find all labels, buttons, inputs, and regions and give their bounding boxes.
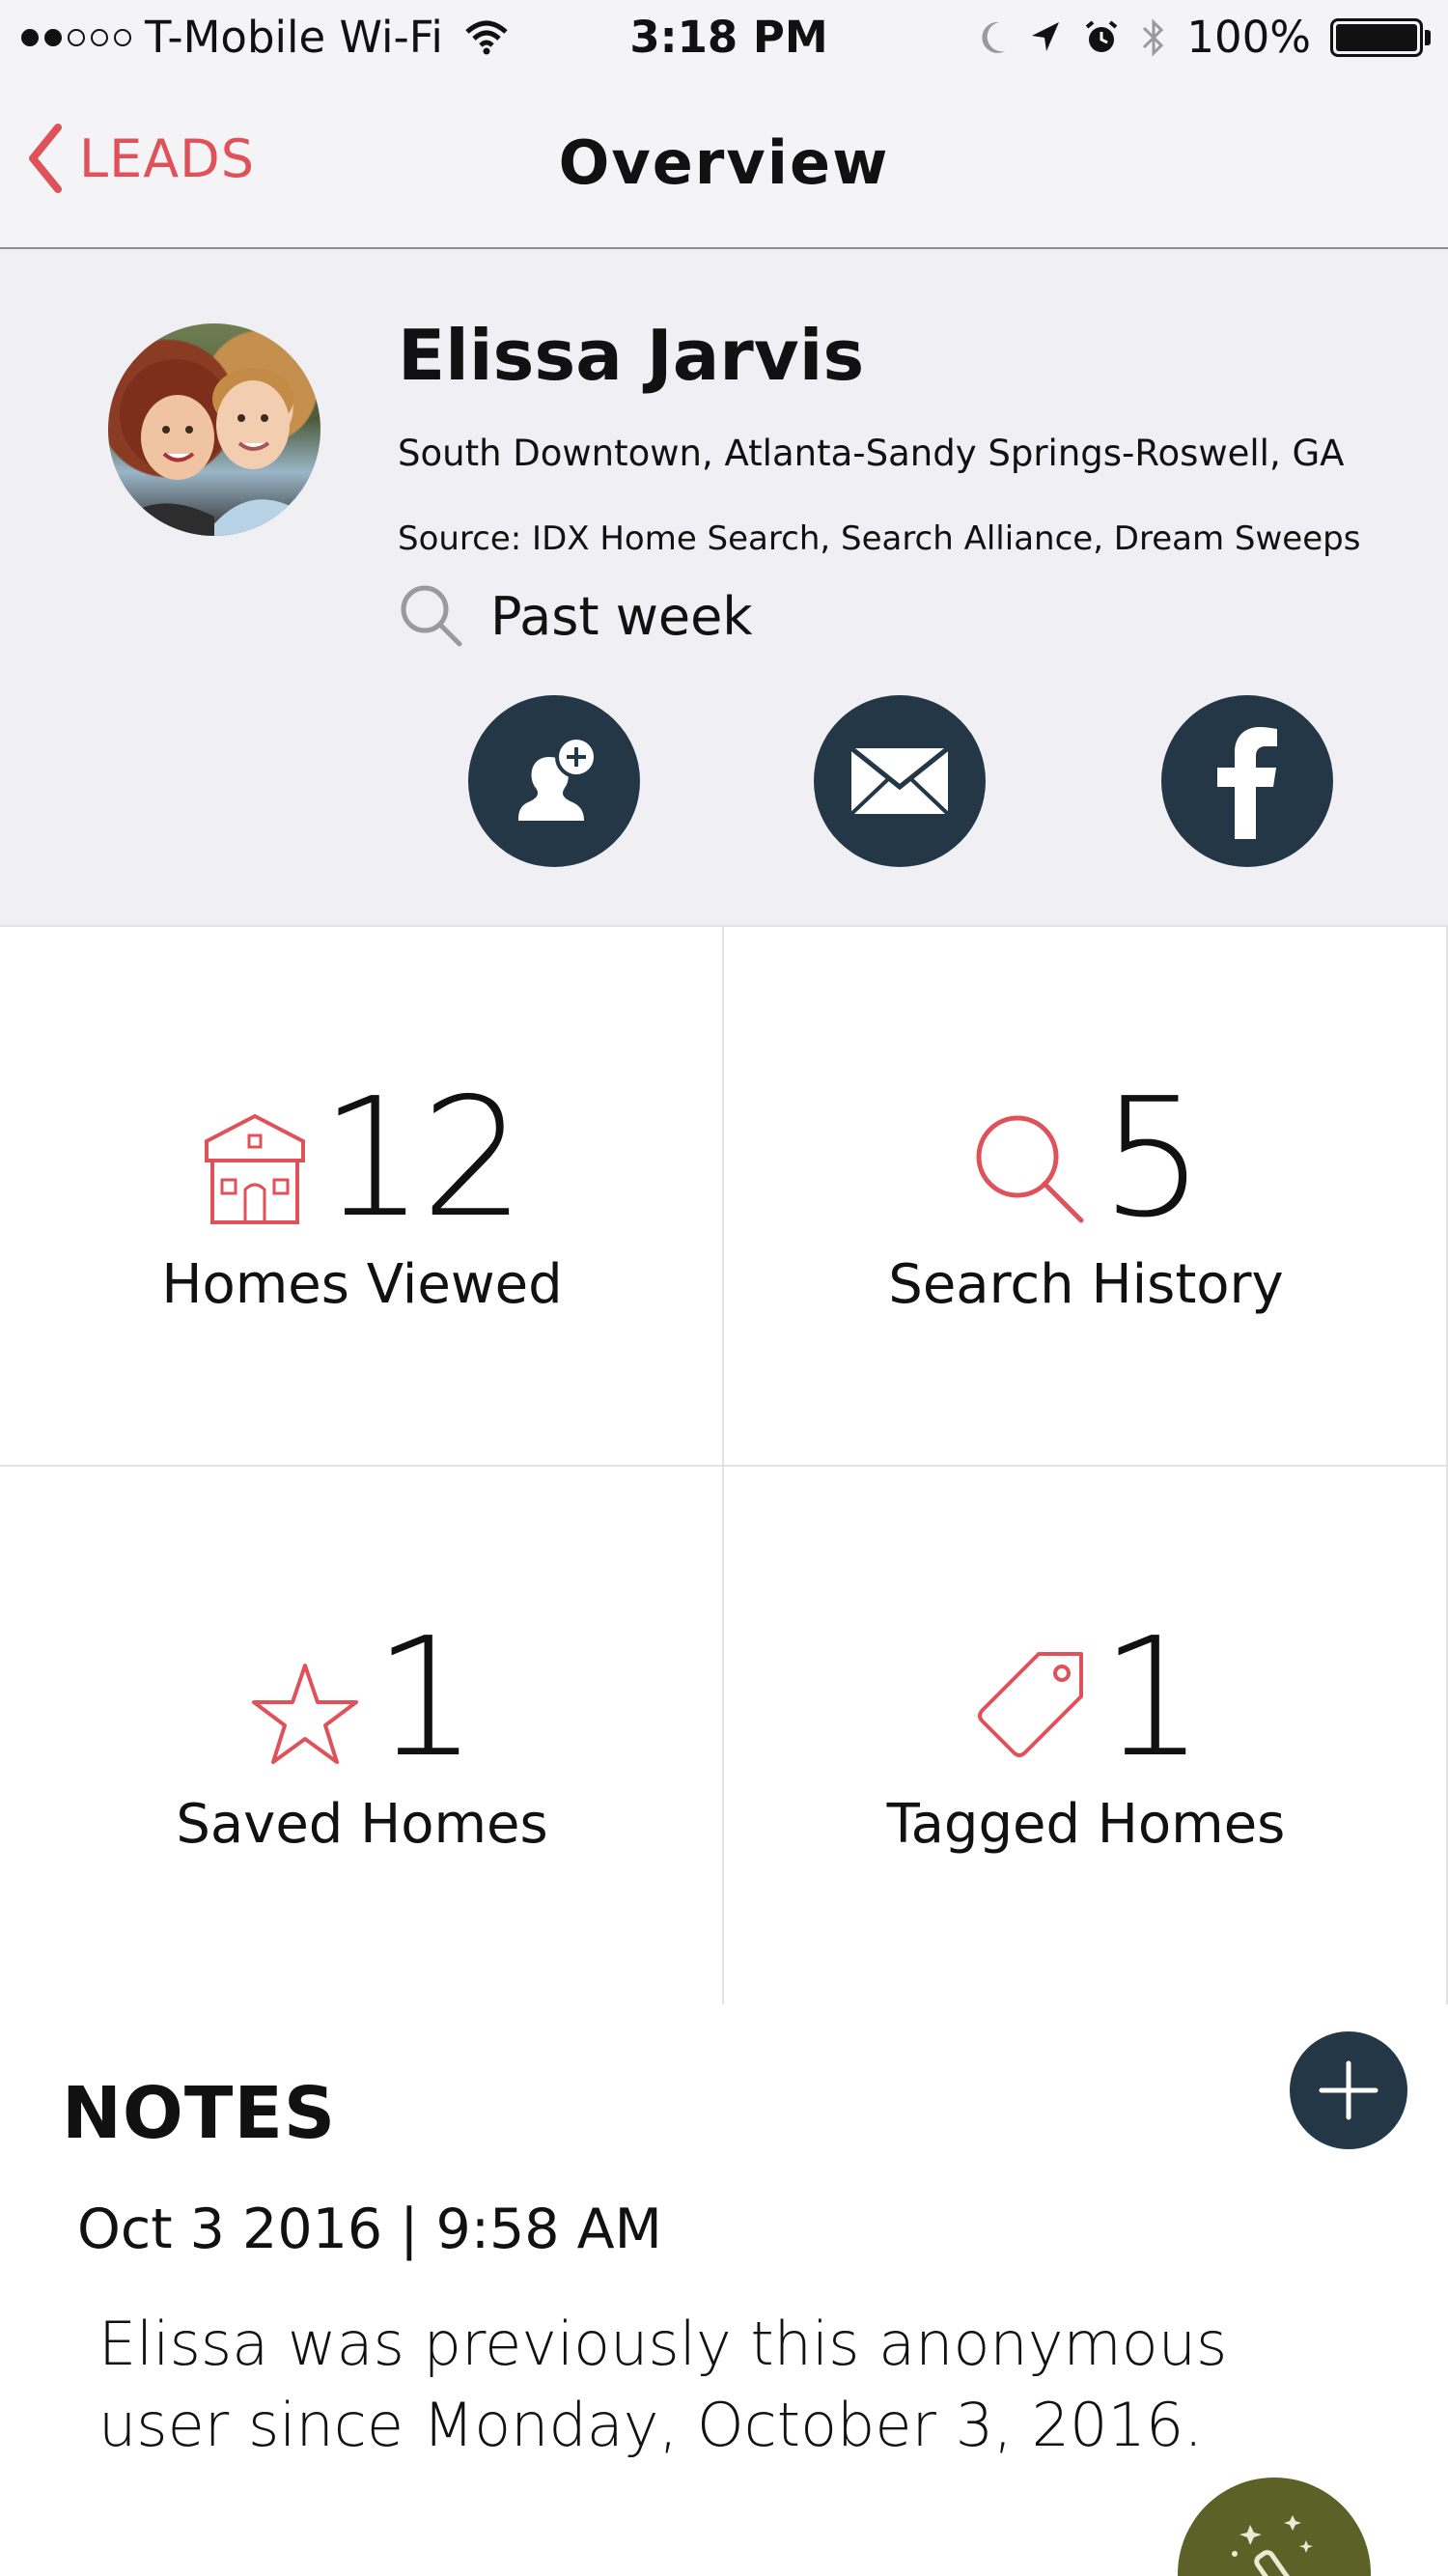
- battery-label: 100%: [1186, 12, 1311, 63]
- alarm-icon: [1086, 19, 1118, 52]
- plus-icon: [1319, 2060, 1378, 2120]
- magic-wand-icon: [1232, 2515, 1313, 2576]
- status-bar: T-Mobile Wi-Fi 3:18 PM 100%: [0, 0, 1448, 77]
- add-contact-button[interactable]: [468, 695, 640, 867]
- location-arrow-icon: [1032, 21, 1060, 51]
- search-history-row: 5: [724, 1063, 1448, 1254]
- saved-homes-count: 1: [373, 1603, 478, 1794]
- note-timestamp: Oct 3 2016 | 9:58 AM: [77, 2198, 662, 2261]
- homes-viewed-tile[interactable]: 12 Homes Viewed: [0, 927, 724, 1467]
- lead-source: Source: IDX Home Search, Search Alliance…: [398, 519, 1361, 558]
- search-history-label: Search History: [888, 1253, 1284, 1316]
- saved-homes-row: 1: [0, 1603, 724, 1794]
- notes-heading: NOTES: [62, 2072, 337, 2155]
- saved-homes-label: Saved Homes: [176, 1793, 548, 1856]
- add-contact-icon: [518, 736, 598, 821]
- facebook-button[interactable]: [1161, 695, 1333, 867]
- saved-homes-tile[interactable]: 1 Saved Homes: [0, 1467, 724, 2006]
- tagged-homes-tile[interactable]: 1 Tagged Homes: [724, 1467, 1448, 2006]
- stats-grid: 12 Homes Viewed 5 Search History 1 Saved…: [0, 925, 1448, 2006]
- moon-icon: [982, 21, 1006, 53]
- house-icon: [204, 1113, 305, 1224]
- tagged-homes-row: 1: [724, 1603, 1448, 1794]
- tag-icon: [977, 1652, 1083, 1757]
- search-history-tile[interactable]: 5 Search History: [724, 927, 1448, 1467]
- tagged-homes-label: Tagged Homes: [886, 1793, 1286, 1856]
- homes-viewed-count: 12: [320, 1063, 525, 1254]
- envelope-icon: [849, 746, 950, 816]
- add-note-button[interactable]: [1290, 2031, 1407, 2149]
- status-right: 100%: [976, 12, 1431, 63]
- avatar: [108, 323, 320, 536]
- last-activity-label: Past week: [490, 585, 753, 647]
- battery-icon: [1330, 17, 1431, 57]
- contact-actions: [0, 695, 1448, 869]
- lead-name: Elissa Jarvis: [398, 315, 865, 396]
- magic-wand-button[interactable]: [1178, 2478, 1371, 2576]
- tagged-homes-count: 1: [1100, 1603, 1205, 1794]
- lead-profile: Elissa Jarvis South Downtown, Atlanta-Sa…: [0, 249, 1448, 925]
- last-activity: Past week: [398, 582, 753, 650]
- bluetooth-icon: [1143, 17, 1164, 57]
- avatar-photo: [108, 359, 320, 536]
- star-icon: [251, 1664, 358, 1764]
- navigation-bar: LEADS Overview: [0, 77, 1448, 249]
- facebook-icon: [1217, 727, 1277, 839]
- note-text: Elissa was previously this anonymous use…: [98, 2309, 1228, 2460]
- lead-location: South Downtown, Atlanta-Sandy Springs-Ro…: [398, 433, 1345, 474]
- search-icon: [976, 1115, 1084, 1223]
- search-icon: [401, 585, 462, 647]
- homes-viewed-row: 12: [0, 1063, 724, 1254]
- notes-section: NOTES Oct 3 2016 | 9:58 AM Elissa was pr…: [0, 2004, 1448, 2576]
- page-title: Overview: [558, 127, 890, 198]
- search-history-count: 5: [1100, 1063, 1205, 1254]
- homes-viewed-label: Homes Viewed: [161, 1253, 563, 1316]
- email-button[interactable]: [814, 695, 986, 867]
